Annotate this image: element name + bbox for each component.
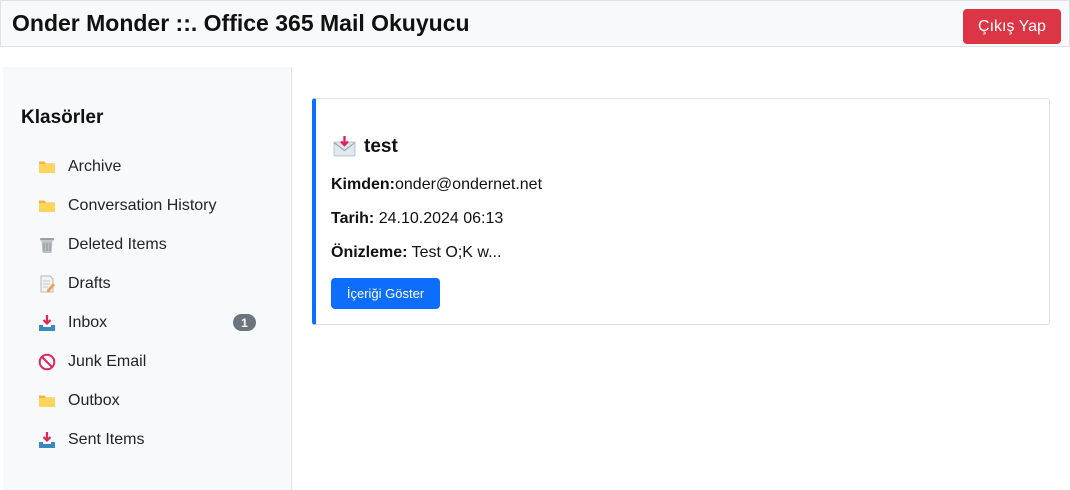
logout-button[interactable]: Çıkış Yap: [963, 9, 1061, 44]
sidebar-item-label: Drafts: [68, 274, 111, 292]
mail-from-row: Kimden:onder@ondernet.net: [331, 176, 542, 194]
folder-sidebar: Klasörler Archive Conversation History D…: [3, 67, 292, 490]
sidebar-item-label: Sent Items: [68, 430, 145, 448]
sidebar-item-label: Outbox: [68, 391, 120, 409]
sidebar-item-label: Conversation History: [68, 196, 217, 214]
unread-count-badge: 1: [233, 314, 256, 331]
sidebar-item-archive[interactable]: Archive: [3, 147, 292, 186]
sidebar-item-inbox[interactable]: Inbox 1: [3, 303, 292, 342]
folder-list: Archive Conversation History Deleted Ite…: [3, 147, 292, 459]
folder-icon: [37, 157, 57, 177]
sidebar-item-conversation-history[interactable]: Conversation History: [3, 186, 292, 225]
trash-icon: [37, 235, 57, 255]
mail-date-row: Tarih: 24.10.2024 06:13: [331, 210, 503, 228]
prohibited-icon: [37, 352, 57, 372]
from-value: onder@ondernet.net: [395, 176, 543, 193]
top-navbar: Onder Monder ::. Office 365 Mail Okuyucu…: [0, 0, 1070, 47]
preview-value: Test O;K w...: [411, 244, 502, 261]
sidebar-item-label: Deleted Items: [68, 235, 167, 253]
inbox-tray-icon: [37, 313, 57, 333]
date-value: 24.10.2024 06:13: [378, 210, 504, 227]
mail-subject: test: [364, 135, 398, 157]
incoming-envelope-icon: [333, 135, 356, 158]
from-label: Kimden:: [331, 176, 395, 193]
mail-card: test Kimden:onder@ondernet.net Tarih: 24…: [312, 98, 1050, 325]
show-content-button[interactable]: İçeriği Göster: [331, 278, 440, 309]
inbox-tray-icon: [37, 430, 57, 450]
mail-preview-row: Önizleme: Test O;K w...: [331, 244, 501, 262]
sidebar-title: Klasörler: [21, 107, 104, 128]
mail-subject-row: test: [333, 135, 398, 158]
sidebar-item-label: Archive: [68, 157, 122, 175]
sidebar-item-label: Inbox: [68, 313, 108, 331]
folder-icon: [37, 391, 57, 411]
folder-icon: [37, 196, 57, 216]
sidebar-item-label: Junk Email: [68, 352, 147, 370]
app-title: Onder Monder ::. Office 365 Mail Okuyucu: [12, 10, 470, 36]
drafts-icon: [37, 274, 57, 294]
sidebar-item-deleted-items[interactable]: Deleted Items: [3, 225, 292, 264]
sidebar-item-sent-items[interactable]: Sent Items: [3, 420, 292, 459]
preview-label: Önizleme:: [331, 244, 408, 261]
date-label: Tarih:: [331, 210, 375, 227]
sidebar-item-junk-email[interactable]: Junk Email: [3, 342, 292, 381]
sidebar-item-drafts[interactable]: Drafts: [3, 264, 292, 303]
sidebar-item-outbox[interactable]: Outbox: [3, 381, 292, 420]
